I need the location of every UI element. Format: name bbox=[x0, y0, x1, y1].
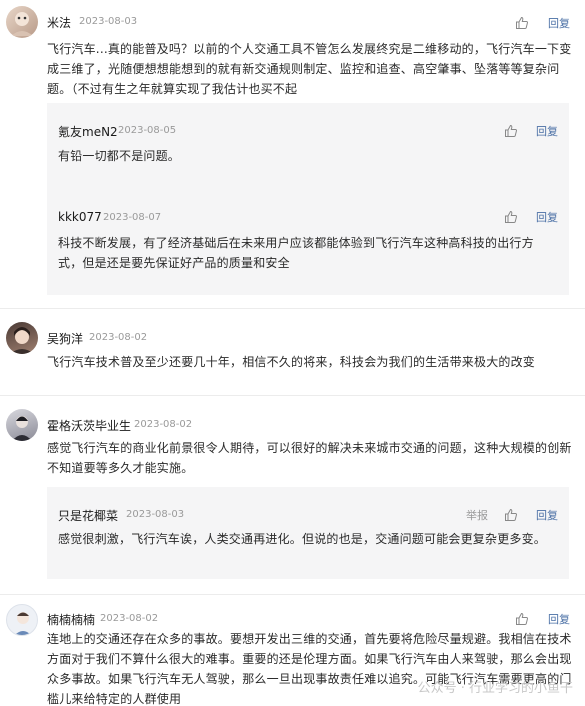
reply-date: 2023-08-05 bbox=[118, 125, 177, 136]
thumbs-up-icon[interactable] bbox=[515, 611, 529, 625]
avatar[interactable] bbox=[6, 409, 38, 441]
avatar[interactable] bbox=[6, 322, 38, 354]
comment-date: 2023-08-02 bbox=[100, 613, 159, 624]
thumbs-up-icon[interactable] bbox=[515, 15, 529, 29]
comment-date: 2023-08-02 bbox=[89, 332, 148, 343]
reply-date: 2023-08-07 bbox=[103, 212, 162, 223]
thumbs-up-icon[interactable] bbox=[504, 507, 518, 521]
reply-text: 科技不断发展，有了经济基础后在未来用户应该都能体验到飞行汽车这种高科技的出行方式… bbox=[58, 236, 534, 270]
comment-date: 2023-08-03 bbox=[79, 16, 138, 27]
comment-username[interactable]: 霍格沃茨毕业生 bbox=[47, 417, 131, 434]
thumbs-up-icon[interactable] bbox=[504, 209, 518, 223]
reply-button[interactable]: 回复 bbox=[536, 209, 558, 225]
divider bbox=[0, 395, 585, 396]
reply-button[interactable]: 回复 bbox=[548, 15, 570, 31]
reply-username[interactable]: 氪友meN2 bbox=[58, 123, 118, 140]
divider bbox=[0, 308, 585, 309]
reply-button[interactable]: 回复 bbox=[536, 507, 558, 523]
avatar[interactable] bbox=[6, 604, 38, 636]
reply-button[interactable]: 回复 bbox=[548, 611, 570, 627]
thumbs-up-icon[interactable] bbox=[504, 123, 518, 137]
reply-username[interactable]: kkk077 bbox=[58, 210, 102, 224]
comment-text: 飞行汽车...真的能普及吗？以前的个人交通工具不管怎么发展终究是二维移动的，飞行… bbox=[47, 42, 572, 96]
comment-username[interactable]: 楠楠楠楠 bbox=[47, 611, 95, 628]
avatar[interactable] bbox=[6, 6, 38, 38]
divider bbox=[0, 594, 585, 595]
reply-text: 有铅一切都不是问题。 bbox=[58, 149, 181, 163]
comment-text: 飞行汽车技术普及至少还要几十年，相信不久的将来，科技会为我们的生活带来极大的改变 bbox=[47, 355, 536, 369]
comment-username[interactable]: 吴狗洋 bbox=[47, 330, 83, 347]
reply-username[interactable]: 只是花椰菜 bbox=[58, 507, 118, 524]
comment-username[interactable]: 米法 bbox=[47, 14, 71, 31]
comment-date: 2023-08-02 bbox=[134, 419, 193, 430]
watermark: 公众号 · 行业学习的小鱼干 bbox=[417, 681, 573, 696]
report-button[interactable]: 举报 bbox=[466, 507, 488, 523]
reply-date: 2023-08-03 bbox=[126, 509, 185, 520]
comment-text: 感觉飞行汽车的商业化前景很令人期待，可以很好的解决未来城市交通的问题，这种大规模… bbox=[47, 441, 572, 475]
reply-text: 感觉很刺激，飞行汽车诶，人类交通再进化。但说的也是，交通问题可能会更复杂更多变。 bbox=[58, 532, 547, 546]
reply-button[interactable]: 回复 bbox=[536, 123, 558, 139]
